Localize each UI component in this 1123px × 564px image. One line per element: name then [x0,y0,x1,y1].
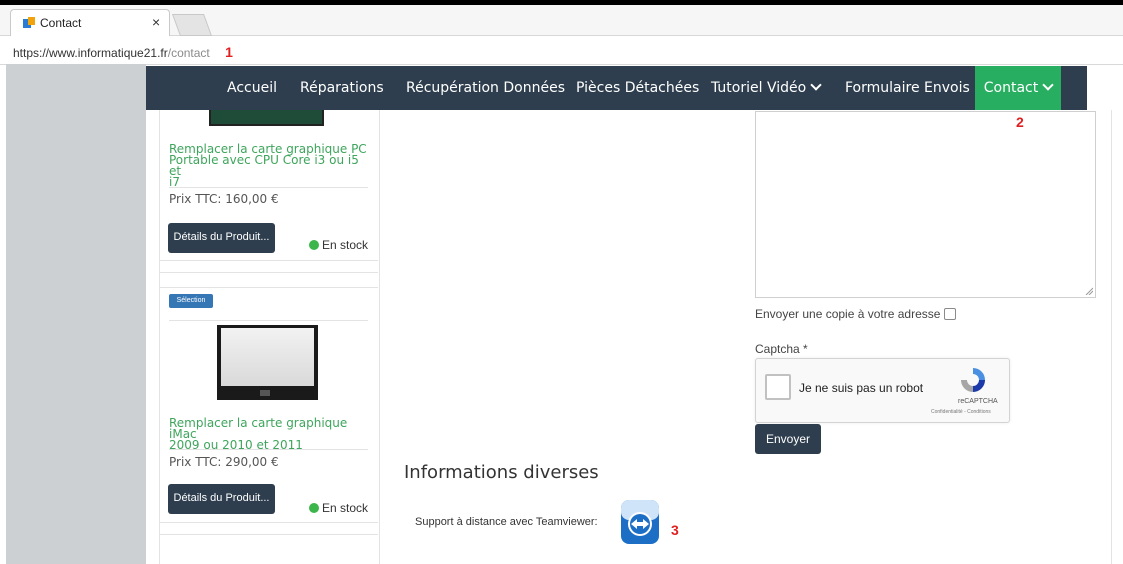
teamviewer-label: Support à distance avec Teamviewer: [415,516,598,528]
url-text[interactable]: https://www.informatique21.fr/contact 1 [13,44,233,60]
card-separator [159,522,378,523]
card-separator [159,287,378,288]
nav-item-contact[interactable]: Contact [975,66,1061,110]
nav-item-accueil[interactable]: Accueil [227,66,277,110]
copy-email-checkbox[interactable] [944,308,956,320]
section-heading: Informations diverses [404,462,599,483]
close-tab-icon[interactable]: × [152,14,160,30]
resize-handle-icon[interactable] [1085,287,1093,295]
annotation-marker-2: 2 [1016,114,1024,130]
recaptcha-brand: reCAPTCHA [958,398,998,405]
message-textarea[interactable] [755,111,1096,298]
product-details-button-1[interactable]: Détails du Produit... [168,223,275,253]
main-navbar: Accueil Réparations Récupération Données… [146,66,1087,110]
divider [169,187,368,188]
nav-item-tutoriel[interactable]: Tutoriel Vidéo [711,66,822,110]
product-title-1[interactable]: Remplacer la carte graphique PC Portable… [169,143,369,188]
nav-item-recuperation[interactable]: Récupération Données [406,66,565,110]
nav-tutoriel-label: Tutoriel Vidéo [711,80,807,96]
product-details-button-2[interactable]: Détails du Produit... [168,484,275,514]
nav-item-pieces[interactable]: Pièces Détachées [576,66,699,110]
stock-status-2: En stock [309,501,368,515]
teamviewer-icon[interactable] [620,499,660,545]
recaptcha-checkbox[interactable] [765,374,791,400]
check-circle-icon [309,503,319,513]
chevron-down-icon [810,79,822,91]
product-price-1: Prix TTC: 160,00 € [169,192,279,206]
url-host: https://www.informatique21.fr [13,46,168,60]
copy-email-label: Envoyer une copie à votre adresse [755,307,941,321]
imac-screen [221,328,314,386]
apple-logo-icon [260,390,270,396]
recaptcha-logo-icon [961,368,985,392]
nav-contact-label: Contact [983,80,1039,96]
stock-status-1: En stock [309,238,368,252]
captcha-label: Captcha * [755,342,808,356]
selection-badge: Sélection [169,294,213,308]
annotation-marker-1: 1 [225,44,233,60]
page-left-margin [6,64,146,564]
chevron-down-icon [1042,79,1054,91]
submit-button[interactable]: Envoyer [755,424,821,454]
card-separator [159,272,378,273]
divider [169,449,368,450]
site-favicon-icon [23,17,35,28]
divider [169,320,368,321]
card-separator [159,534,378,535]
card-separator [159,260,378,261]
recaptcha-links[interactable]: Confidentialité - Conditions [931,409,991,415]
recaptcha-text: Je ne suis pas un robot [799,381,924,395]
annotation-marker-3: 3 [671,522,679,538]
nav-item-formulaire[interactable]: Formulaire Envois [845,66,970,110]
product-title-2[interactable]: Remplacer la carte graphique iMac 2009 o… [169,417,369,451]
url-path: /contact [167,46,210,60]
tab-title: Contact [40,16,82,30]
check-circle-icon [309,240,319,250]
content-right-border [1111,110,1112,564]
product-price-2: Prix TTC: 290,00 € [169,455,279,469]
product-image-partial [209,110,324,126]
nav-item-reparations[interactable]: Réparations [300,66,384,110]
